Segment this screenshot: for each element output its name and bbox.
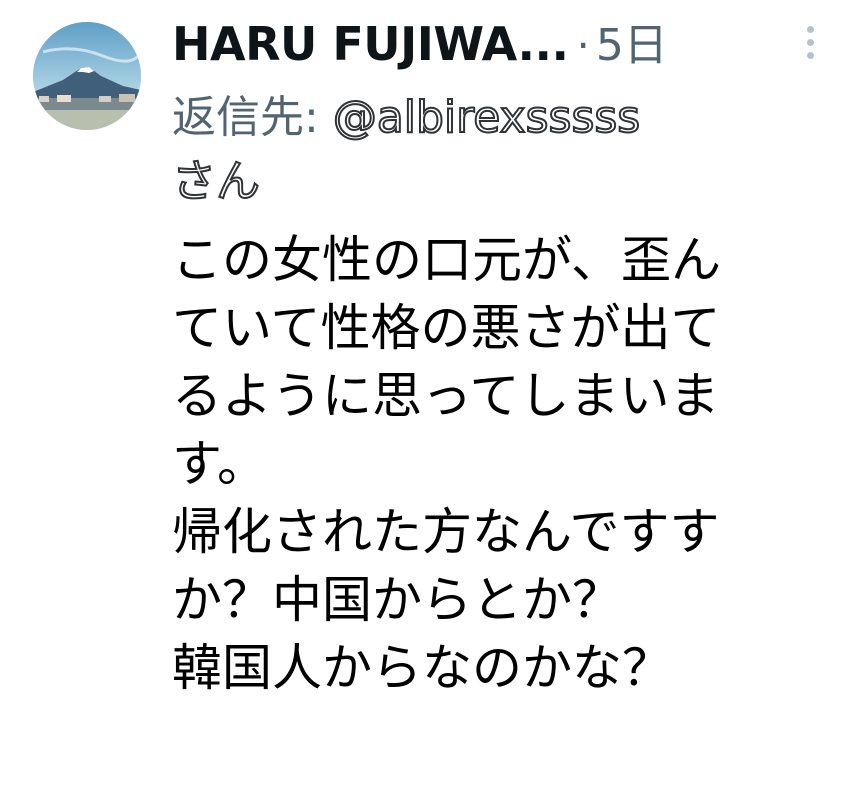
tweet-header: HARU FUJIWA... · 5日 xyxy=(172,4,852,84)
tweet-text-line: るように思ってしまいま xyxy=(172,367,720,425)
reply-context: 返信先: @albirexsssss さん xyxy=(171,86,792,214)
tweet-text-line: 韓国人からなのかな？ xyxy=(172,639,672,697)
tweet-text: この女性の口元が、歪ん ていて性格の悪さが出て るように思ってしまいま す。 帰… xyxy=(172,228,832,700)
tweet-text-line: す。 xyxy=(172,435,267,493)
tweet-content: HARU FUJIWA... · 5日 返信先: @albirexsssss さ… xyxy=(171,4,852,704)
tweet-timestamp[interactable]: 5日 xyxy=(596,6,668,86)
more-options-button[interactable] xyxy=(800,26,820,64)
vertical-ellipsis-icon xyxy=(806,26,814,33)
mount-fuji-avatar-icon xyxy=(33,22,141,130)
tweet-text-line: 帰化された方なんですす xyxy=(172,503,720,561)
tweet-text-line: か？中国からとか？ xyxy=(172,571,622,629)
reply-handle-link[interactable]: @albirexsssss xyxy=(332,91,641,144)
reply-suffix: さん xyxy=(171,155,261,208)
author-name[interactable]: HARU FUJIWA... xyxy=(172,4,569,84)
reply-prefix: 返信先: xyxy=(172,92,333,143)
header-separator: · xyxy=(576,21,590,70)
tweet[interactable]: HARU FUJIWA... · 5日 返信先: @albirexsssss さ… xyxy=(0,0,864,786)
tweet-text-line: この女性の口元が、歪ん xyxy=(172,231,721,289)
user-avatar[interactable] xyxy=(33,22,141,130)
tweet-text-line: ていて性格の悪さが出て xyxy=(172,299,721,357)
